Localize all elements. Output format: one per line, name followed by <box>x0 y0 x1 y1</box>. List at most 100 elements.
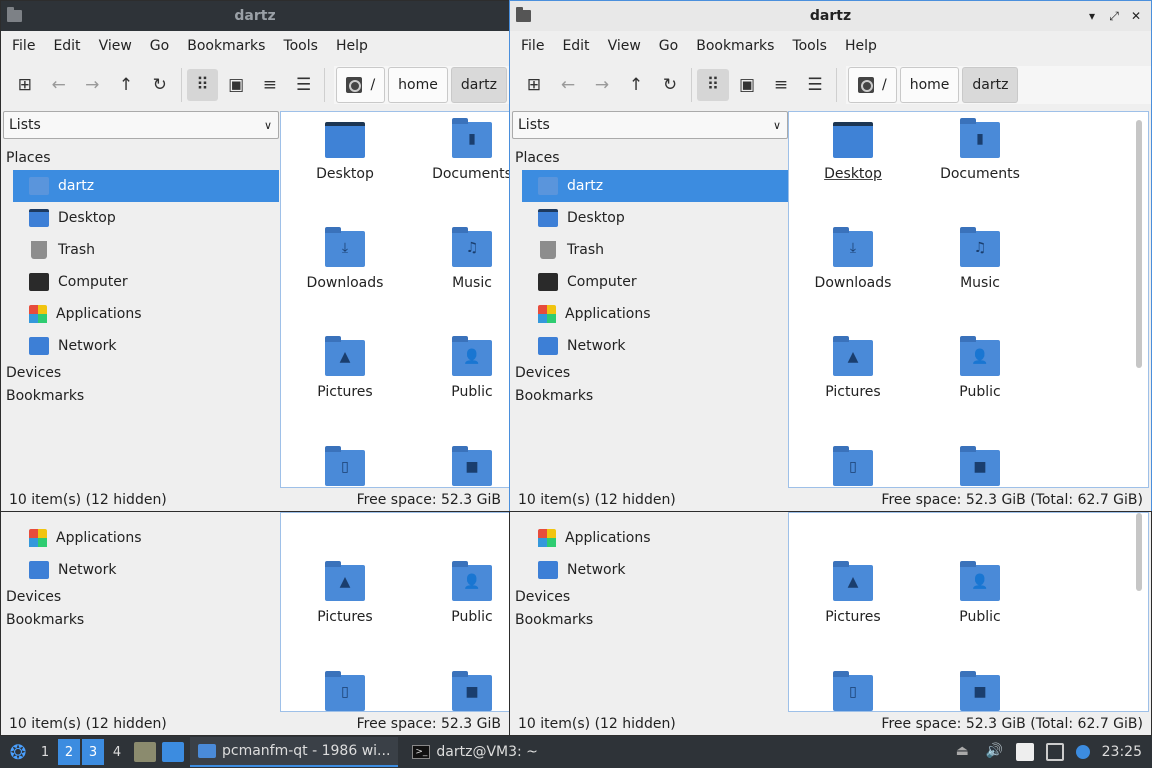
folder-view[interactable]: Desktop ▮ Documents ⤓ Downloads ♫ Music ▲ Pi… <box>788 111 1149 488</box>
path-root-button[interactable]: / <box>848 67 897 103</box>
menu-view[interactable]: View <box>90 38 141 54</box>
sidebar-item-network[interactable]: Network <box>13 554 279 586</box>
file-manager-launcher-icon[interactable] <box>134 742 156 762</box>
side-pane-mode-select[interactable]: Lists ∨ <box>512 111 788 139</box>
sidebar-item-computer[interactable]: Computer <box>13 266 279 298</box>
file-manager-window-top-right[interactable]: dartz ▾ ⤢ ✕ File Edit View Go Bookmarks … <box>509 0 1152 512</box>
file-item[interactable]: ▲ Pictures <box>281 561 409 625</box>
devices-heading[interactable]: Devices <box>512 362 788 385</box>
new-tab-icon[interactable]: ⊞ <box>518 69 550 101</box>
menu-bookmarks[interactable]: Bookmarks <box>178 38 274 54</box>
close-icon[interactable]: ✕ <box>1129 9 1143 24</box>
path-root-button[interactable]: / <box>336 67 386 103</box>
file-item[interactable]: ■ <box>408 446 509 487</box>
sidebar-item-applications[interactable]: Applications <box>13 298 279 330</box>
file-item[interactable]: ▲ Pictures <box>281 336 409 400</box>
path-dartz-button[interactable]: dartz <box>450 67 507 103</box>
places-heading[interactable]: Places <box>3 147 279 170</box>
menu-tools[interactable]: Tools <box>274 38 327 54</box>
reload-icon[interactable]: ↻ <box>654 69 686 101</box>
minimize-icon[interactable]: ▾ <box>1085 9 1099 24</box>
workspace-3[interactable]: 3 <box>82 739 104 765</box>
sidebar-item-trash[interactable]: Trash <box>13 234 279 266</box>
devices-heading[interactable]: Devices <box>512 586 788 609</box>
sidebar-item-dartz[interactable]: dartz <box>13 170 279 202</box>
path-home-button[interactable]: home <box>899 67 960 103</box>
folder-view[interactable]: Desktop ▮ Documents ⤓ Downloads ♫ Music ▲ Pi… <box>280 111 509 488</box>
forward-icon[interactable]: → <box>586 69 618 101</box>
workspace-2[interactable]: 2 <box>58 739 80 765</box>
clipboard-icon[interactable] <box>1015 743 1034 761</box>
volume-icon[interactable]: 🔊 <box>986 743 1004 761</box>
vertical-scrollbar[interactable] <box>1136 513 1142 591</box>
menu-help[interactable]: Help <box>327 38 377 54</box>
file-item[interactable]: 👤 Public <box>916 561 1044 625</box>
folder-view[interactable]: ▲ Pictures 👤 Public ▯ ■ <box>788 512 1149 712</box>
file-item[interactable]: ♫ Music <box>916 227 1044 291</box>
sidebar-item-applications[interactable]: Applications <box>13 522 279 554</box>
file-item[interactable]: ⤓ Downloads <box>281 227 409 291</box>
file-item[interactable]: ▯ <box>789 671 917 711</box>
detailed-list-icon[interactable]: ☰ <box>288 69 320 101</box>
task-terminal[interactable]: >_ dartz@VM3: ~ <box>404 737 546 767</box>
menu-edit[interactable]: Edit <box>553 38 598 54</box>
file-item[interactable]: ▯ <box>789 446 917 487</box>
clock[interactable]: 23:25 <box>1102 744 1142 760</box>
network-status-icon[interactable] <box>1045 743 1064 761</box>
file-manager-window-bottom-right[interactable]: Applications Network Devices Bookmarks ▲… <box>509 511 1152 736</box>
menu-help[interactable]: Help <box>836 38 886 54</box>
file-item[interactable]: ■ <box>408 671 509 711</box>
sidebar-item-network[interactable]: Network <box>13 330 279 362</box>
show-desktop-icon[interactable] <box>162 742 184 762</box>
menu-bookmarks[interactable]: Bookmarks <box>687 38 783 54</box>
menu-tools[interactable]: Tools <box>783 38 836 54</box>
icon-view-icon[interactable]: ⠿ <box>186 69 219 101</box>
thumbnail-view-icon[interactable]: ▣ <box>220 69 252 101</box>
menu-edit[interactable]: Edit <box>44 38 89 54</box>
sidebar-item-applications[interactable]: Applications <box>522 298 788 330</box>
sidebar-item-computer[interactable]: Computer <box>522 266 788 298</box>
bookmarks-heading[interactable]: Bookmarks <box>3 609 279 632</box>
sidebar-item-network[interactable]: Network <box>522 554 788 586</box>
back-icon[interactable]: ← <box>43 69 75 101</box>
places-heading[interactable]: Places <box>512 147 788 170</box>
forward-icon[interactable]: → <box>76 69 108 101</box>
file-item[interactable]: ▲ Pictures <box>789 561 917 625</box>
file-item[interactable]: Desktop <box>789 122 917 182</box>
compact-view-icon[interactable]: ≡ <box>765 69 797 101</box>
devices-heading[interactable]: Devices <box>3 586 279 609</box>
workspace-1[interactable]: 1 <box>34 739 56 765</box>
sidebar-item-trash[interactable]: Trash <box>522 234 788 266</box>
reload-icon[interactable]: ↻ <box>144 69 176 101</box>
path-dartz-button[interactable]: dartz <box>962 67 1019 103</box>
file-item[interactable]: ▯ <box>281 671 409 711</box>
file-item[interactable]: 👤 Public <box>916 336 1044 400</box>
folder-view[interactable]: ▲ Pictures 👤 Public ▯ ■ <box>280 512 509 712</box>
up-icon[interactable]: ↑ <box>620 69 652 101</box>
workspace-4[interactable]: 4 <box>106 739 128 765</box>
file-item[interactable]: ♫ Music <box>408 227 509 291</box>
sidebar-item-network[interactable]: Network <box>522 330 788 362</box>
menu-go[interactable]: Go <box>141 38 178 54</box>
menu-file[interactable]: File <box>512 38 553 54</box>
path-home-button[interactable]: home <box>388 67 448 103</box>
file-item[interactable]: ■ <box>916 446 1044 487</box>
menu-view[interactable]: View <box>599 38 650 54</box>
file-item[interactable]: ▯ <box>281 446 409 487</box>
bookmarks-heading[interactable]: Bookmarks <box>512 609 788 632</box>
bookmarks-heading[interactable]: Bookmarks <box>3 385 279 408</box>
bookmarks-heading[interactable]: Bookmarks <box>512 385 788 408</box>
icon-view-icon[interactable]: ⠿ <box>697 69 729 101</box>
file-manager-window-bottom-left[interactable]: Applications Network Devices Bookmarks ▲… <box>0 511 510 736</box>
eject-icon[interactable]: ⏏ <box>956 743 974 761</box>
menu-file[interactable]: File <box>3 38 44 54</box>
file-item[interactable]: 👤 Public <box>408 336 509 400</box>
up-icon[interactable]: ↑ <box>110 69 142 101</box>
file-item[interactable]: ▲ Pictures <box>789 336 917 400</box>
sidebar-item-desktop[interactable]: Desktop <box>522 202 788 234</box>
devices-heading[interactable]: Devices <box>3 362 279 385</box>
maximize-icon[interactable]: ⤢ <box>1107 9 1121 24</box>
start-menu-icon[interactable]: ❂ <box>4 738 32 766</box>
new-tab-icon[interactable]: ⊞ <box>9 69 41 101</box>
vertical-scrollbar[interactable] <box>1136 120 1142 368</box>
